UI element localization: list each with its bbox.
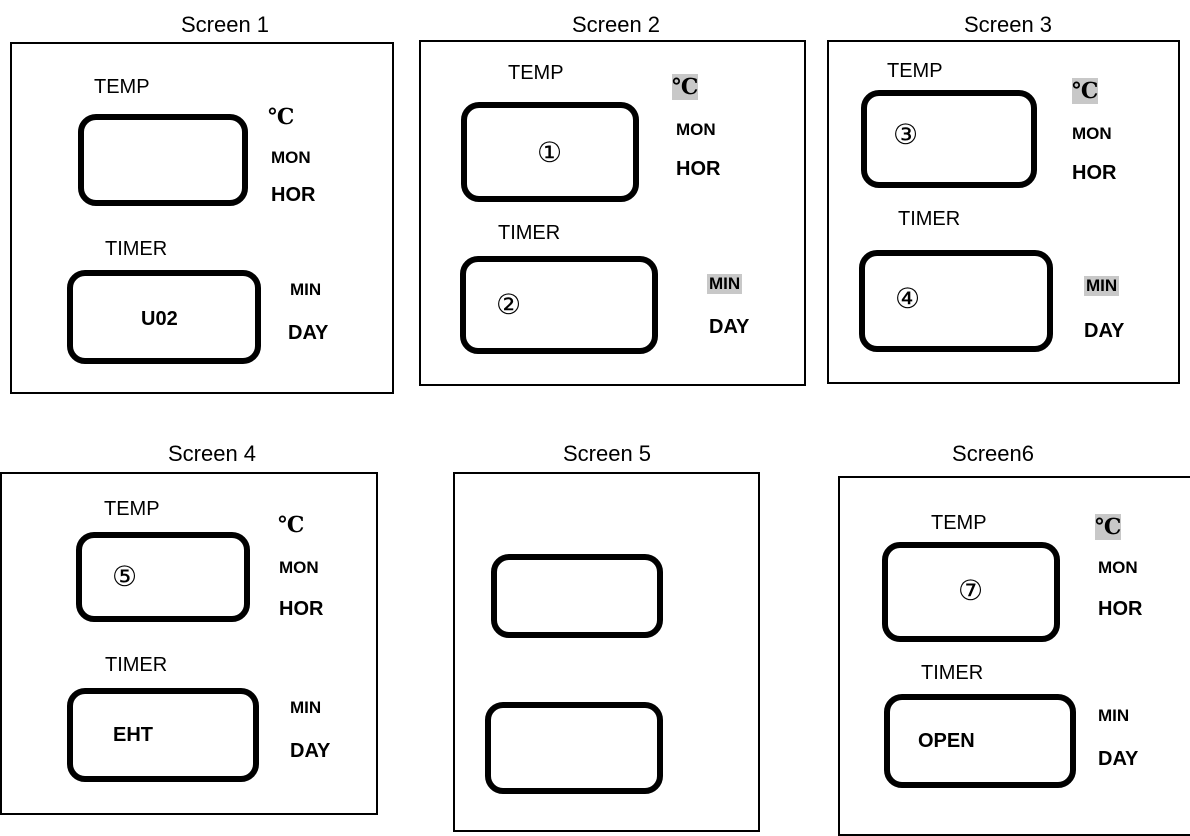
mon-unit: MON bbox=[279, 558, 319, 577]
temp-value: ① bbox=[537, 136, 563, 169]
temp-display: ③ bbox=[861, 90, 1037, 188]
min-unit: MIN bbox=[290, 698, 322, 717]
timer-label: TIMER bbox=[105, 238, 168, 260]
temp-label: TEMP bbox=[887, 60, 943, 82]
day-unit: DAY bbox=[1098, 748, 1139, 770]
mon-unit: MON bbox=[1098, 558, 1138, 577]
timer-label: TIMER bbox=[105, 654, 168, 676]
screen-5-panel bbox=[453, 472, 760, 832]
timer-value: EHT bbox=[113, 724, 153, 746]
screen-6-title: Screen6 bbox=[952, 441, 1034, 466]
timer-display: U02 bbox=[67, 270, 261, 364]
screen-6-panel: TEMP ⑦ ℃ MON HOR TIMER OPEN MIN DAY bbox=[838, 476, 1190, 836]
min-unit: MIN bbox=[290, 280, 322, 299]
timer-display: OPEN bbox=[884, 694, 1076, 788]
temp-display bbox=[78, 114, 248, 206]
timer-value: OPEN bbox=[918, 730, 975, 752]
min-unit: MIN bbox=[707, 274, 743, 294]
screen-2-title: Screen 2 bbox=[571, 12, 661, 37]
temp-label: TEMP bbox=[104, 498, 160, 520]
temp-display: ⑤ bbox=[76, 532, 250, 622]
screen-1-panel: TEMP ℃ MON HOR TIMER U02 MIN DAY bbox=[10, 42, 394, 394]
min-unit: MIN bbox=[1084, 276, 1120, 296]
mon-unit: MON bbox=[1072, 124, 1112, 143]
timer-display bbox=[485, 702, 663, 794]
timer-display: EHT bbox=[67, 688, 259, 782]
timer-label: TIMER bbox=[898, 208, 961, 230]
celsius-unit: ℃ bbox=[1072, 78, 1099, 104]
celsius-unit: ℃ bbox=[672, 74, 699, 100]
screen-3-title: Screen 3 bbox=[963, 12, 1053, 37]
hor-unit: HOR bbox=[271, 184, 316, 206]
screen-1-title: Screen 1 bbox=[180, 12, 270, 37]
mon-unit: MON bbox=[271, 148, 311, 167]
hor-unit: HOR bbox=[279, 598, 324, 620]
screen-4-panel: TEMP ⑤ ℃ MON HOR TIMER EHT MIN DAY bbox=[0, 472, 378, 815]
day-unit: DAY bbox=[288, 322, 329, 344]
temp-label: TEMP bbox=[94, 76, 150, 98]
day-unit: DAY bbox=[290, 740, 331, 762]
temp-value: ③ bbox=[893, 118, 919, 151]
temp-label: TEMP bbox=[931, 512, 987, 534]
timer-display: ④ bbox=[859, 250, 1053, 352]
celsius-unit: ℃ bbox=[1095, 514, 1122, 540]
screen-3-panel: TEMP ③ ℃ MON HOR TIMER ④ MIN DAY bbox=[827, 40, 1180, 384]
screen-4-title: Screen 4 bbox=[167, 441, 257, 466]
timer-label: TIMER bbox=[498, 222, 561, 244]
timer-value: U02 bbox=[141, 308, 178, 330]
timer-value: ④ bbox=[895, 282, 921, 315]
day-unit: DAY bbox=[709, 316, 750, 338]
temp-value: ⑤ bbox=[112, 560, 138, 593]
hor-unit: HOR bbox=[676, 158, 721, 180]
hor-unit: HOR bbox=[1072, 162, 1117, 184]
min-unit: MIN bbox=[1098, 706, 1130, 725]
temp-label: TEMP bbox=[508, 62, 564, 84]
timer-label: TIMER bbox=[921, 662, 984, 684]
screen-2-panel: TEMP ① ℃ MON HOR TIMER ② MIN DAY bbox=[419, 40, 806, 386]
day-unit: DAY bbox=[1084, 320, 1125, 342]
screen-5-title: Screen 5 bbox=[562, 441, 652, 466]
temp-display: ⑦ bbox=[882, 542, 1060, 642]
temp-display: ① bbox=[461, 102, 639, 202]
temp-display bbox=[491, 554, 663, 638]
celsius-unit: ℃ bbox=[278, 512, 305, 538]
timer-value: ② bbox=[496, 288, 522, 321]
temp-value: ⑦ bbox=[958, 574, 984, 607]
mon-unit: MON bbox=[676, 120, 716, 139]
hor-unit: HOR bbox=[1098, 598, 1143, 620]
celsius-unit: ℃ bbox=[268, 104, 295, 130]
timer-display: ② bbox=[460, 256, 658, 354]
